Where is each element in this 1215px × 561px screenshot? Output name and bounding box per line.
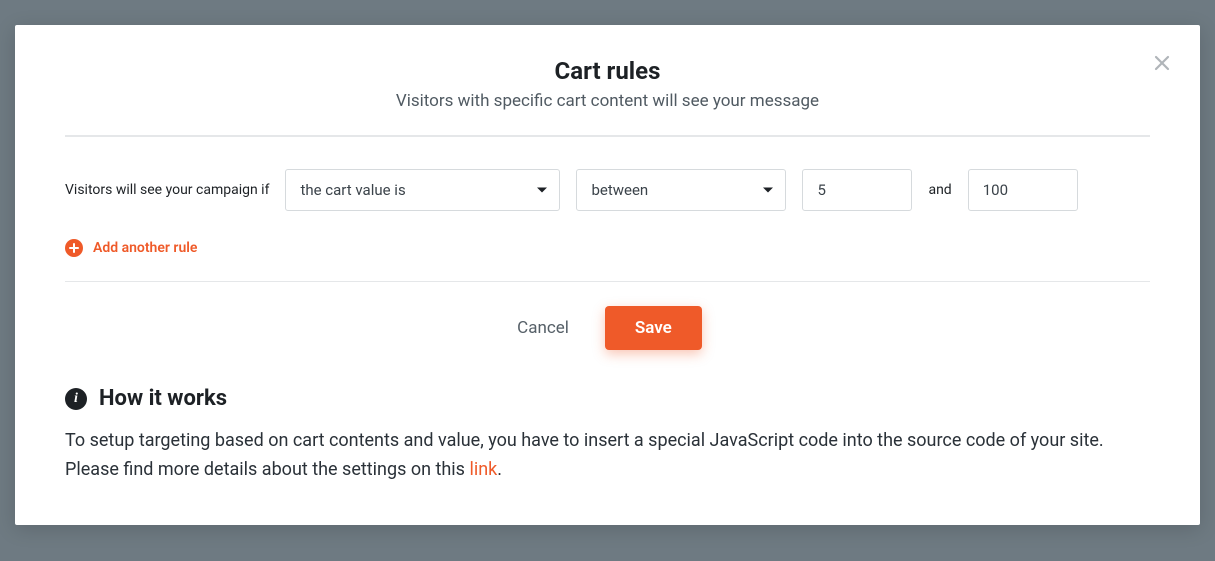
close-icon[interactable] [1152,53,1172,73]
how-it-works-header: i How it works [65,386,1150,411]
cancel-button[interactable]: Cancel [513,308,573,348]
how-it-works-title: How it works [99,386,227,411]
value-to-input[interactable] [968,169,1078,211]
rule-prefix-label: Visitors will see your campaign if [65,182,269,198]
how-it-works-body: To setup targeting based on cart content… [65,427,1150,485]
divider [65,135,1150,137]
how-body-text: To setup targeting based on cart content… [65,430,1104,480]
add-rule-button[interactable]: Add another rule [65,239,1150,257]
and-label: and [928,182,951,198]
divider [65,281,1150,282]
comparator-select[interactable]: between [576,169,786,211]
how-body-suffix: . [497,459,502,480]
condition-select[interactable]: the cart value is [285,169,560,211]
value-from-input[interactable] [802,169,912,211]
add-rule-label: Add another rule [93,240,197,256]
save-button[interactable]: Save [605,306,702,350]
cart-rules-modal: Cart rules Visitors with specific cart c… [15,25,1200,525]
settings-link[interactable]: link [469,459,497,480]
plus-circle-icon [65,239,83,257]
modal-subtitle: Visitors with specific cart content will… [65,91,1150,111]
rule-row: Visitors will see your campaign if the c… [65,169,1150,211]
button-row: Cancel Save [65,306,1150,350]
info-icon: i [65,388,87,410]
modal-title: Cart rules [65,57,1150,85]
